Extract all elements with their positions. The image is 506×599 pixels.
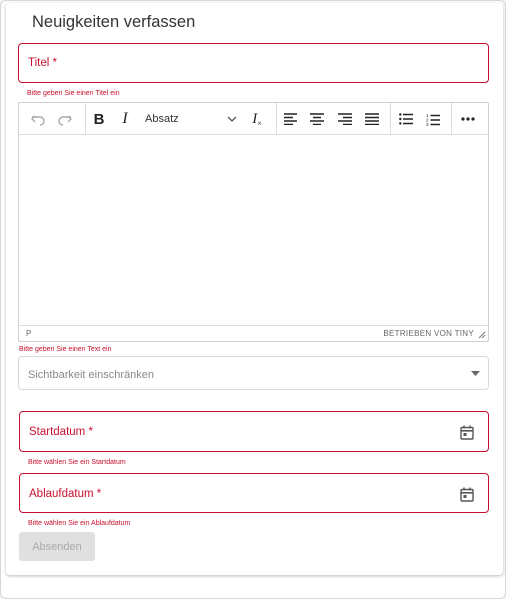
block-format-label: Absatz bbox=[145, 113, 179, 125]
title-error: Bitte geben Sie einen Titel ein bbox=[27, 90, 120, 97]
end-date-error: Bitte wählen Sie ein Ablaufdatum bbox=[28, 520, 131, 527]
caret-down-icon bbox=[471, 371, 480, 376]
chevron-down-icon bbox=[227, 116, 237, 122]
redo-icon[interactable] bbox=[54, 103, 76, 135]
start-date-label: Startdatum * bbox=[29, 426, 93, 438]
align-left-icon[interactable] bbox=[281, 103, 301, 135]
end-date-field[interactable]: Ablaufdatum * bbox=[19, 473, 489, 513]
align-justify-icon[interactable] bbox=[362, 103, 382, 135]
undo-icon[interactable] bbox=[27, 103, 49, 135]
visibility-select[interactable]: Sichtbarkeit einschränken bbox=[18, 356, 489, 390]
editor-toolbar: B I Absatz I × 123 bbox=[19, 103, 488, 135]
editor-content-area[interactable] bbox=[19, 135, 488, 325]
text-error: Bitte geben Sie einen Text ein bbox=[19, 346, 112, 353]
bullet-list-icon[interactable] bbox=[396, 103, 416, 135]
title-field-label: Titel * bbox=[28, 57, 57, 69]
submit-button[interactable]: Absenden bbox=[19, 532, 95, 561]
visibility-select-placeholder: Sichtbarkeit einschränken bbox=[28, 369, 154, 381]
resize-handle-icon[interactable] bbox=[478, 331, 486, 339]
clear-format-icon[interactable]: I × bbox=[247, 103, 267, 135]
more-icon[interactable] bbox=[456, 103, 480, 135]
page-title: Neuigkeiten verfassen bbox=[32, 13, 196, 31]
toolbar-separator bbox=[85, 103, 86, 135]
start-date-error: Bitte wählen Sie ein Startdatum bbox=[28, 459, 126, 466]
italic-icon[interactable]: I bbox=[116, 103, 134, 135]
toolbar-separator bbox=[276, 103, 277, 135]
editor-statusbar: P BETRIEBEN VON TINY bbox=[19, 325, 488, 341]
editor-branding-link[interactable]: BETRIEBEN VON TINY bbox=[383, 329, 474, 338]
align-right-icon[interactable] bbox=[335, 103, 355, 135]
svg-text:3: 3 bbox=[426, 122, 429, 126]
numbered-list-icon[interactable]: 123 bbox=[423, 103, 443, 135]
rich-text-editor[interactable]: B I Absatz I × 123 P BETRIEBEN VON TINY bbox=[18, 102, 489, 342]
block-format-select[interactable]: Absatz bbox=[141, 103, 243, 135]
toolbar-separator bbox=[390, 103, 391, 135]
start-date-field[interactable]: Startdatum * bbox=[19, 411, 489, 452]
toolbar-separator bbox=[451, 103, 452, 135]
calendar-icon[interactable] bbox=[460, 487, 474, 502]
end-date-label: Ablaufdatum * bbox=[29, 488, 102, 500]
bold-icon[interactable]: B bbox=[89, 103, 109, 135]
align-center-icon[interactable] bbox=[307, 103, 327, 135]
calendar-icon[interactable] bbox=[460, 425, 474, 440]
title-field[interactable]: Titel * bbox=[18, 43, 489, 83]
element-path[interactable]: P bbox=[26, 329, 31, 338]
